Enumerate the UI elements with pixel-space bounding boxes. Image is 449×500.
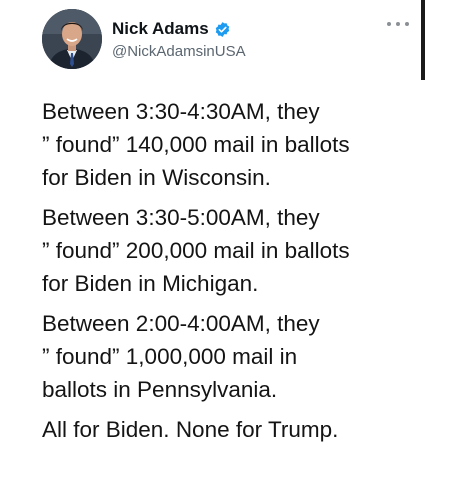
tweet-paragraph: Between 3:30-5:00AM, they ” found” 200,0…	[42, 205, 350, 296]
scrollbar[interactable]	[421, 0, 425, 80]
tweet-card: Nick Adams @NickAdamsinUSA Between 3:30-…	[0, 0, 449, 500]
more-dot	[396, 22, 400, 26]
display-name-row: Nick Adams	[112, 18, 246, 40]
tweet-text: Between 3:30-4:30AM, they ” found” 140,0…	[42, 95, 432, 453]
verified-badge-icon	[214, 21, 231, 38]
tweet-paragraph: Between 3:30-4:30AM, they ” found” 140,0…	[42, 99, 350, 190]
user-handle[interactable]: @NickAdamsinUSA	[112, 43, 246, 60]
display-name[interactable]: Nick Adams	[112, 19, 209, 39]
more-options-icon[interactable]	[387, 18, 409, 30]
tweet-header: Nick Adams @NickAdamsinUSA	[42, 9, 422, 71]
more-dot	[387, 22, 391, 26]
tweet-paragraph: All for Biden. None for Trump.	[42, 417, 339, 442]
avatar-photo-icon	[42, 9, 102, 69]
avatar[interactable]	[42, 9, 102, 69]
author-names: Nick Adams @NickAdamsinUSA	[112, 18, 246, 60]
tweet-paragraph: Between 2:00-4:00AM, they ” found” 1,000…	[42, 311, 320, 402]
more-dot	[405, 22, 409, 26]
